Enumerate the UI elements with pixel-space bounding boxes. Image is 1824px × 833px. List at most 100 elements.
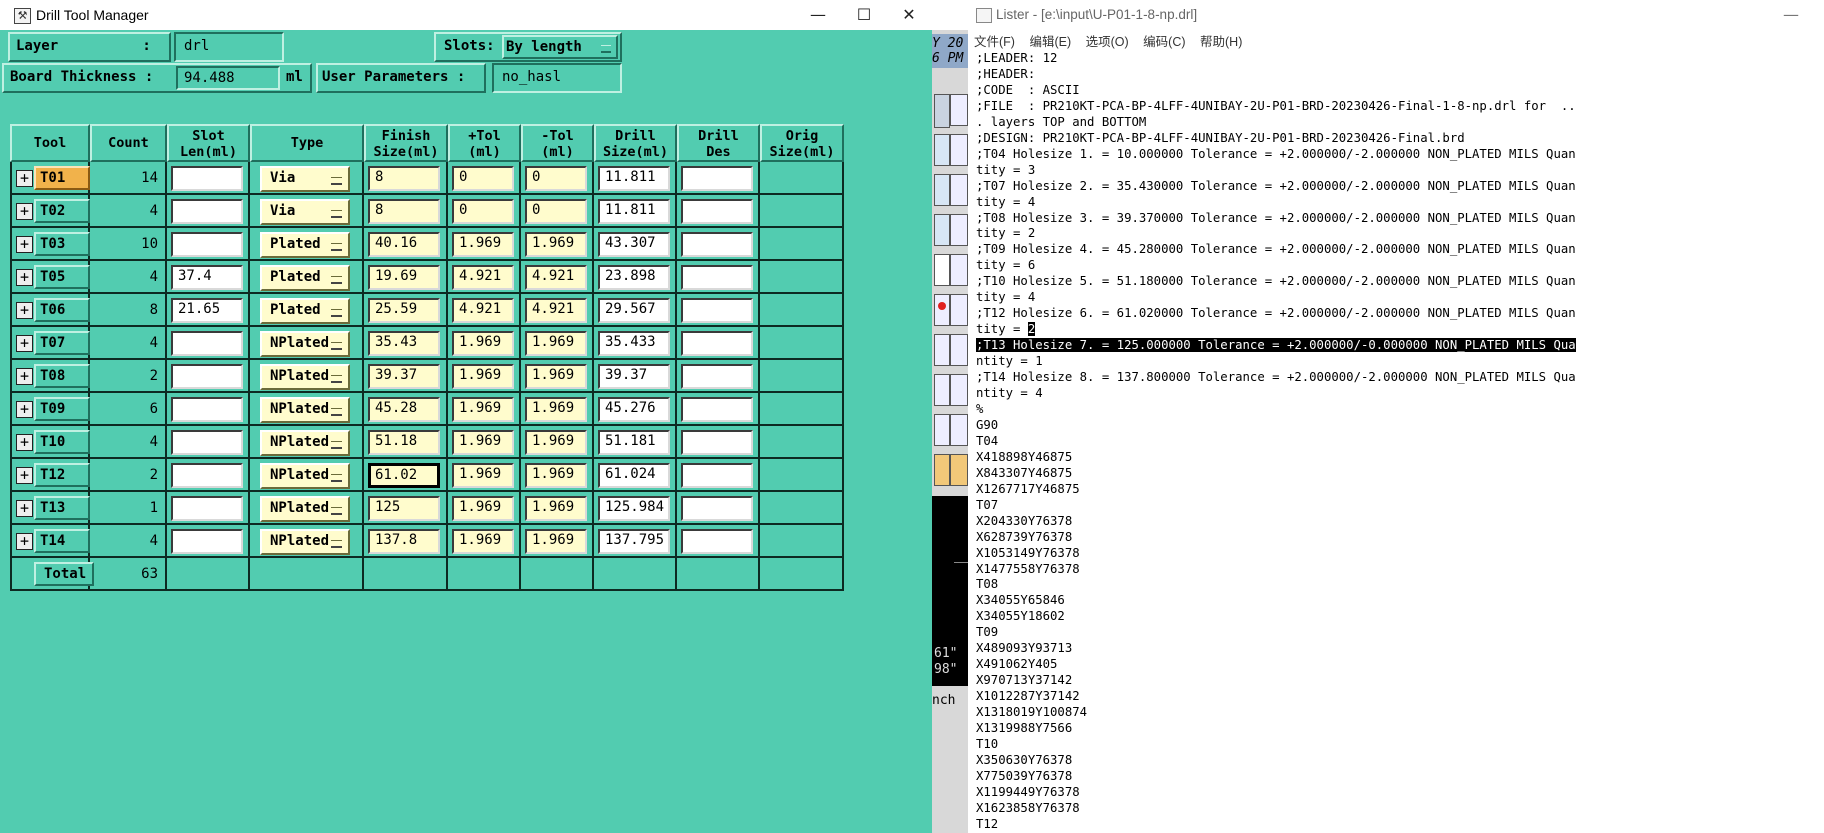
- plus-tol-input[interactable]: 1.969: [452, 463, 514, 488]
- type-dropdown[interactable]: Via: [260, 199, 350, 225]
- drill-size-input[interactable]: 39.37: [598, 364, 670, 389]
- drill-des-input[interactable]: [681, 166, 753, 191]
- tool-button[interactable]: T02: [34, 199, 90, 223]
- drill-size-input[interactable]: 43.307: [598, 232, 670, 257]
- plus-tol-input[interactable]: 4.921: [452, 298, 514, 323]
- expand-icon[interactable]: +: [16, 533, 33, 550]
- lister-minimize-button[interactable]: —: [1768, 0, 1814, 30]
- tool-button[interactable]: T10: [34, 430, 90, 454]
- menu-help[interactable]: 帮助(H): [1200, 35, 1242, 49]
- tool-button[interactable]: T06: [34, 298, 90, 322]
- minus-tol-input[interactable]: 1.969: [525, 364, 587, 389]
- finish-size-input[interactable]: 19.69: [368, 265, 440, 290]
- lister-text-content[interactable]: ;LEADER: 12 ;HEADER: ;CODE : ASCII ;FILE : …: [976, 51, 1576, 833]
- slot-len-input[interactable]: [171, 166, 243, 191]
- plus-tol-input[interactable]: 1.969: [452, 496, 514, 521]
- board-thickness-field[interactable]: 94.488: [178, 68, 274, 88]
- maximize-button[interactable]: ☐: [841, 0, 887, 30]
- tool-button[interactable]: T12: [34, 463, 90, 487]
- minus-tol-input[interactable]: 4.921: [525, 265, 587, 290]
- finish-size-input[interactable]: 39.37: [368, 364, 440, 389]
- drill-des-input[interactable]: [681, 529, 753, 554]
- slot-len-input[interactable]: [171, 529, 243, 554]
- type-dropdown[interactable]: NPlated: [260, 397, 350, 423]
- tool-button[interactable]: T08: [34, 364, 90, 388]
- drill-des-input[interactable]: [681, 265, 753, 290]
- close-button[interactable]: ✕: [886, 0, 932, 30]
- minus-tol-input[interactable]: 1.969: [525, 430, 587, 455]
- drill-des-input[interactable]: [681, 463, 753, 488]
- minus-tol-input[interactable]: 1.969: [525, 331, 587, 356]
- minimize-button[interactable]: —: [795, 0, 841, 30]
- slots-dropdown[interactable]: By length: [502, 35, 618, 59]
- slot-len-input[interactable]: [171, 331, 243, 356]
- plus-tol-input[interactable]: 1.969: [452, 430, 514, 455]
- finish-size-input[interactable]: 8: [368, 199, 440, 224]
- finish-size-input[interactable]: 25.59: [368, 298, 440, 323]
- plus-tol-input[interactable]: 1.969: [452, 331, 514, 356]
- type-dropdown[interactable]: NPlated: [260, 430, 350, 456]
- slot-len-input[interactable]: [171, 232, 243, 257]
- type-dropdown[interactable]: Plated: [260, 232, 350, 258]
- minus-tol-input[interactable]: 1.969: [525, 397, 587, 422]
- tool-button[interactable]: T09: [34, 397, 90, 421]
- minus-tol-input[interactable]: 0: [525, 199, 587, 224]
- drill-size-input[interactable]: 61.024: [598, 463, 670, 488]
- menu-encoding[interactable]: 编码(C): [1143, 35, 1185, 49]
- menu-options[interactable]: 选项(O): [1086, 35, 1129, 49]
- type-dropdown[interactable]: NPlated: [260, 463, 350, 489]
- type-dropdown[interactable]: NPlated: [260, 529, 350, 555]
- expand-icon[interactable]: +: [16, 335, 33, 352]
- plus-tol-input[interactable]: 1.969: [452, 364, 514, 389]
- tool-button[interactable]: T14: [34, 529, 90, 553]
- tool-button[interactable]: T01: [34, 166, 90, 190]
- finish-size-input[interactable]: 61.02: [368, 463, 440, 488]
- finish-size-input[interactable]: 125: [368, 496, 440, 521]
- expand-icon[interactable]: +: [16, 368, 33, 385]
- user-params-field[interactable]: no_hasl: [496, 67, 616, 87]
- type-dropdown[interactable]: NPlated: [260, 331, 350, 357]
- drill-des-input[interactable]: [681, 331, 753, 356]
- type-dropdown[interactable]: NPlated: [260, 364, 350, 390]
- expand-icon[interactable]: +: [16, 170, 33, 187]
- drill-des-input[interactable]: [681, 496, 753, 521]
- type-dropdown[interactable]: Via: [260, 166, 350, 192]
- drill-size-input[interactable]: 11.811: [598, 166, 670, 191]
- finish-size-input[interactable]: 51.18: [368, 430, 440, 455]
- menu-file[interactable]: 文件(F): [974, 35, 1015, 49]
- tool-button[interactable]: T13: [34, 496, 90, 520]
- drill-size-input[interactable]: 29.567: [598, 298, 670, 323]
- expand-icon[interactable]: +: [16, 401, 33, 418]
- expand-icon[interactable]: +: [16, 302, 33, 319]
- drill-size-input[interactable]: 11.811: [598, 199, 670, 224]
- drill-size-input[interactable]: 137.795: [598, 529, 670, 554]
- slot-len-input[interactable]: [171, 397, 243, 422]
- plus-tol-input[interactable]: 1.969: [452, 232, 514, 257]
- tool-button[interactable]: T05: [34, 265, 90, 289]
- lister-title-bar[interactable]: Lister - [e:\input\U-P01-1-8-np.drl] —: [968, 0, 1824, 30]
- menu-edit[interactable]: 编辑(E): [1029, 35, 1071, 49]
- finish-size-input[interactable]: 35.43: [368, 331, 440, 356]
- slot-len-input[interactable]: [171, 430, 243, 455]
- finish-size-input[interactable]: 137.8: [368, 529, 440, 554]
- minus-tol-input[interactable]: 1.969: [525, 232, 587, 257]
- drill-size-input[interactable]: 125.984: [598, 496, 670, 521]
- layer-field[interactable]: drl: [178, 36, 280, 56]
- drill-size-input[interactable]: 51.181: [598, 430, 670, 455]
- expand-icon[interactable]: +: [16, 269, 33, 286]
- plus-tol-input[interactable]: 4.921: [452, 265, 514, 290]
- drill-des-input[interactable]: [681, 298, 753, 323]
- title-bar[interactable]: ⚒ Drill Tool Manager — ☐ ✕: [0, 0, 932, 30]
- slot-len-input[interactable]: [171, 496, 243, 521]
- drill-size-input[interactable]: 45.276: [598, 397, 670, 422]
- drill-des-input[interactable]: [681, 430, 753, 455]
- expand-icon[interactable]: +: [16, 434, 33, 451]
- type-dropdown[interactable]: Plated: [260, 298, 350, 324]
- minus-tol-input[interactable]: 0: [525, 166, 587, 191]
- drill-des-input[interactable]: [681, 397, 753, 422]
- slot-len-input[interactable]: [171, 364, 243, 389]
- finish-size-input[interactable]: 45.28: [368, 397, 440, 422]
- expand-icon[interactable]: +: [16, 500, 33, 517]
- expand-icon[interactable]: +: [16, 203, 33, 220]
- minus-tol-input[interactable]: 4.921: [525, 298, 587, 323]
